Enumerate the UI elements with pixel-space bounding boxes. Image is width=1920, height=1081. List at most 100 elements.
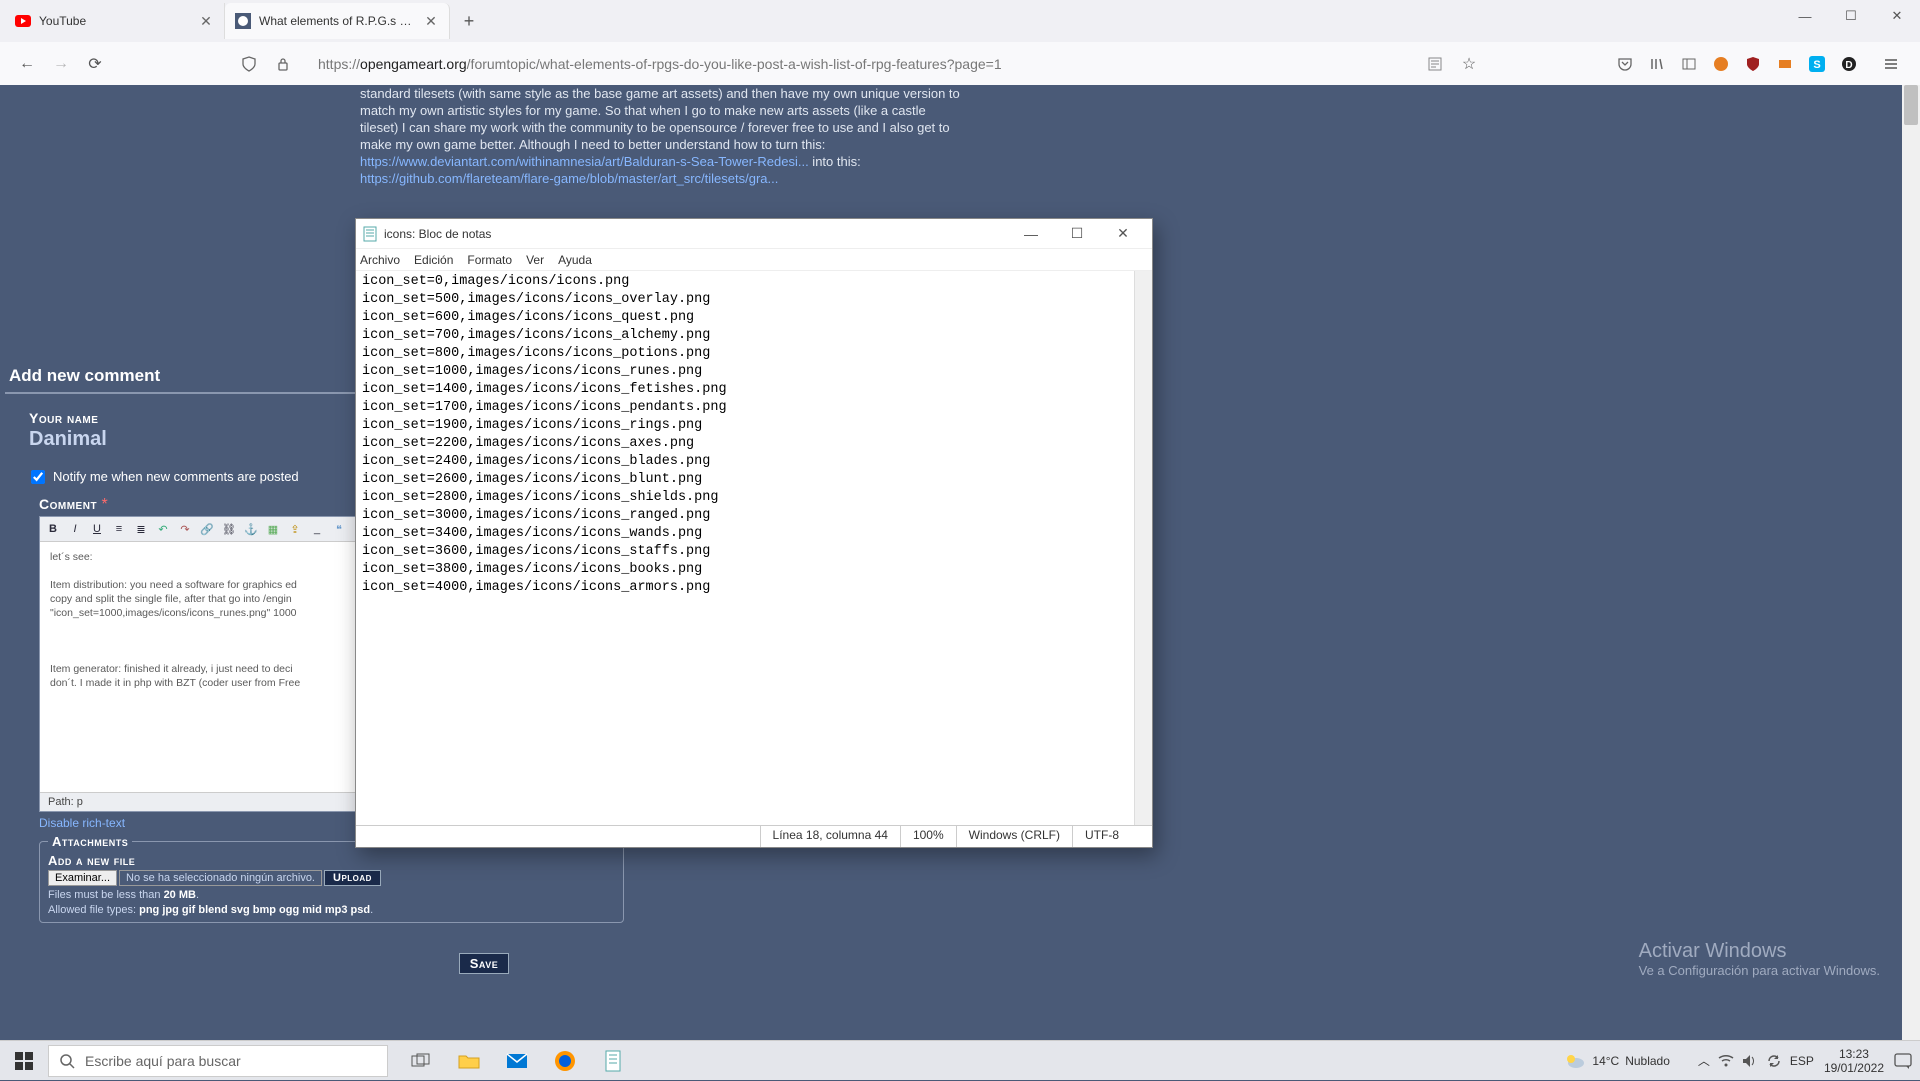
url-bar[interactable]: https://opengameart.org/forumtopic/what-… <box>308 48 1410 80</box>
task-view-icon[interactable] <box>398 1041 444 1081</box>
file-size-hint: Files must be less than 20 MB. <box>48 889 615 901</box>
status-eol: Windows (CRLF) <box>956 826 1072 847</box>
underline-button[interactable]: U <box>88 520 106 538</box>
url-text: https://opengameart.org/forumtopic/what-… <box>318 56 1002 72</box>
close-icon[interactable]: ✕ <box>423 13 439 29</box>
menu-icon[interactable] <box>1882 55 1900 73</box>
notepad-menubar: Archivo Edición Formato Ver Ayuda <box>356 249 1152 271</box>
notepad-maximize[interactable]: ☐ <box>1054 219 1100 249</box>
link-deviantart[interactable]: https://www.deviantart.com/withinamnesia… <box>360 154 809 169</box>
watermark-title: Activar Windows <box>1639 940 1880 963</box>
ol-button[interactable]: ≣ <box>132 520 150 538</box>
notifications-icon[interactable] <box>1894 1053 1912 1069</box>
italic-button[interactable]: I <box>66 520 84 538</box>
watermark-subtitle: Ve a Configuración para activar Windows. <box>1639 963 1880 978</box>
hr-button[interactable]: _ <box>308 520 326 538</box>
clock-date: 19/01/2022 <box>1824 1061 1884 1075</box>
taskbar-search[interactable]: Escribe aquí para buscar <box>48 1045 388 1077</box>
weather-widget[interactable]: 14°C Nublado <box>1564 1052 1670 1070</box>
upload-button[interactable]: ⇪ <box>286 520 304 538</box>
browser-scrollbar[interactable] <box>1902 85 1920 1040</box>
firefox-icon[interactable] <box>542 1041 588 1081</box>
clock[interactable]: 13:23 19/01/2022 <box>1824 1047 1884 1075</box>
link-github[interactable]: https://github.com/flareteam/flare-game/… <box>360 171 778 186</box>
ext1-icon[interactable] <box>1712 55 1730 73</box>
minimize-button[interactable]: — <box>1782 0 1828 32</box>
undo-button[interactable]: ↶ <box>154 520 172 538</box>
add-file-label: Add a new file <box>48 853 615 868</box>
quote-button[interactable]: ❝ <box>330 520 348 538</box>
weather-icon <box>1564 1052 1586 1070</box>
notepad-minimize[interactable]: — <box>1008 219 1054 249</box>
ul-button[interactable]: ≡ <box>110 520 128 538</box>
image-button[interactable]: ▦ <box>264 520 282 538</box>
notepad-scrollbar[interactable] <box>1134 271 1152 825</box>
mail-icon[interactable] <box>494 1041 540 1081</box>
back-button[interactable]: ← <box>10 47 44 81</box>
bold-button[interactable]: B <box>44 520 62 538</box>
menu-edicion[interactable]: Edición <box>414 253 453 267</box>
notify-checkbox[interactable] <box>31 470 45 484</box>
shield-icon[interactable] <box>232 47 266 81</box>
browse-button[interactable]: Examinar... <box>48 870 117 886</box>
lock-icon[interactable] <box>266 47 300 81</box>
menu-ayuda[interactable]: Ayuda <box>558 253 592 267</box>
pocket-icon[interactable] <box>1616 55 1634 73</box>
notepad-window: icons: Bloc de notas — ☐ ✕ Archivo Edici… <box>355 218 1153 848</box>
task-icons <box>398 1041 636 1081</box>
weather-cond: Nublado <box>1625 1054 1670 1068</box>
skype-icon[interactable]: S <box>1808 55 1826 73</box>
reader-icon[interactable] <box>1418 47 1452 81</box>
language-indicator[interactable]: ESP <box>1790 1054 1814 1068</box>
disable-rich-text-link[interactable]: Disable rich-text <box>39 816 125 830</box>
notepad-textarea[interactable]: icon_set=0,images/icons/icons.png icon_s… <box>356 271 1152 825</box>
link-button[interactable]: 🔗 <box>198 520 216 538</box>
volume-icon[interactable] <box>1742 1054 1758 1068</box>
notepad-task-icon[interactable] <box>590 1041 636 1081</box>
save-button[interactable]: Save <box>459 953 510 974</box>
status-position: Línea 18, columna 44 <box>760 826 900 847</box>
sync-icon[interactable] <box>1766 1053 1782 1069</box>
new-tab-button[interactable]: + <box>454 6 484 36</box>
redo-button[interactable]: ↷ <box>176 520 194 538</box>
unlink-button[interactable]: ⛓ <box>220 520 238 538</box>
notepad-icon <box>362 226 378 242</box>
menu-ver[interactable]: Ver <box>526 253 544 267</box>
ext3-icon[interactable] <box>1776 55 1794 73</box>
menu-formato[interactable]: Formato <box>467 253 512 267</box>
tray-chevron-icon[interactable]: ︿ <box>1698 1052 1710 1069</box>
weather-temp: 14°C <box>1592 1054 1619 1068</box>
library-icon[interactable] <box>1648 55 1666 73</box>
wifi-icon[interactable] <box>1718 1054 1734 1068</box>
clock-time: 13:23 <box>1824 1047 1884 1061</box>
reload-button[interactable]: ⟳ <box>78 47 112 81</box>
forum-post-text: standard tilesets (with same style as th… <box>360 85 960 187</box>
scrollbar-thumb[interactable] <box>1904 85 1918 125</box>
tab-youtube[interactable]: YouTube ✕ <box>5 3 225 39</box>
close-button[interactable]: ✕ <box>1874 0 1920 32</box>
svg-text:D: D <box>1845 60 1852 71</box>
tab-title: YouTube <box>39 14 192 28</box>
youtube-icon <box>15 13 31 29</box>
notepad-close[interactable]: ✕ <box>1100 219 1146 249</box>
explorer-icon[interactable] <box>446 1041 492 1081</box>
no-file-selected: No se ha seleccionado ningún archivo. <box>119 870 322 886</box>
notepad-titlebar[interactable]: icons: Bloc de notas — ☐ ✕ <box>356 219 1152 249</box>
close-icon[interactable]: ✕ <box>198 13 214 29</box>
status-zoom: 100% <box>900 826 956 847</box>
bookmark-icon[interactable]: ☆ <box>1452 47 1486 81</box>
anchor-button[interactable]: ⚓ <box>242 520 260 538</box>
window-controls: — ☐ ✕ <box>1782 0 1920 32</box>
notepad-statusbar: Línea 18, columna 44 100% Windows (CRLF)… <box>356 825 1152 847</box>
ublock-icon[interactable] <box>1744 55 1762 73</box>
start-button[interactable] <box>0 1041 48 1081</box>
upload-button[interactable]: Upload <box>324 870 381 886</box>
tab-opengameart[interactable]: What elements of R.P.G.s do yo ✕ <box>225 3 450 39</box>
ext5-icon[interactable]: D <box>1840 55 1858 73</box>
forward-button[interactable]: → <box>44 47 78 81</box>
maximize-button[interactable]: ☐ <box>1828 0 1874 32</box>
required-star: * <box>102 496 108 513</box>
search-icon <box>59 1053 75 1069</box>
menu-archivo[interactable]: Archivo <box>360 253 400 267</box>
sidebar-icon[interactable] <box>1680 55 1698 73</box>
